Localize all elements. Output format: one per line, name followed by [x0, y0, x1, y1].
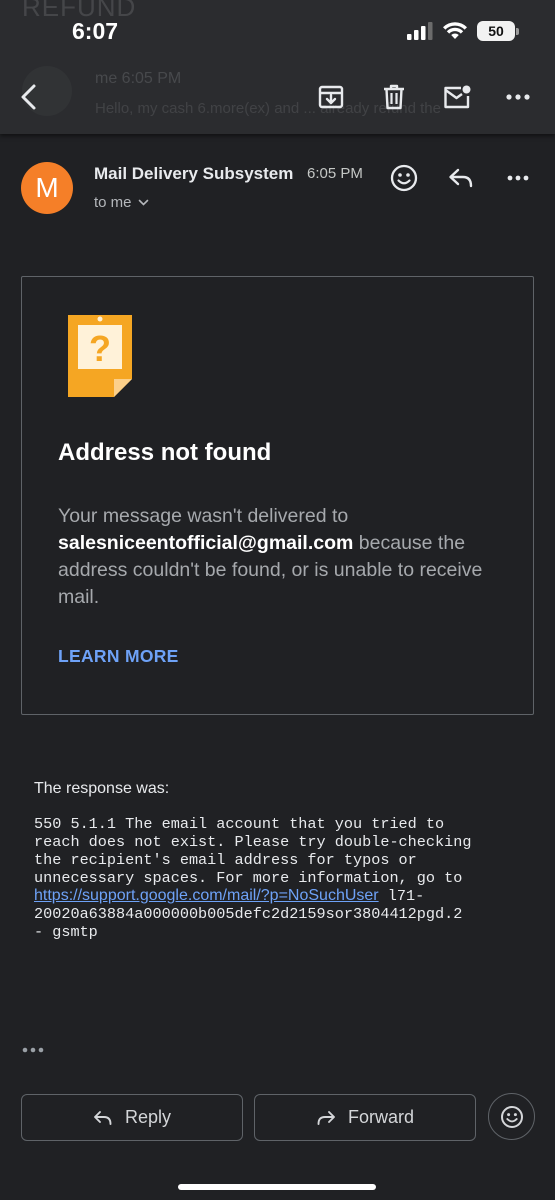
forward-icon [317, 1110, 335, 1125]
home-indicator[interactable] [178, 1184, 376, 1190]
archive-button[interactable] [314, 80, 348, 114]
svg-text:?: ? [89, 328, 111, 369]
delete-button[interactable] [377, 80, 411, 114]
response-label: The response was: [34, 780, 170, 797]
card-body: Your message wasn't delivered to salesni… [58, 503, 508, 611]
more-horizontal-icon [507, 175, 529, 181]
sender-avatar[interactable]: M [21, 162, 73, 214]
recipient-details-toggle[interactable]: to me [94, 194, 149, 211]
show-trimmed-content-button[interactable] [22, 1040, 44, 1058]
body-prefix: Your message wasn't delivered to [58, 505, 349, 527]
more-options-button[interactable] [501, 80, 535, 114]
react-emoji-button[interactable] [488, 1093, 535, 1140]
card-title: Address not found [58, 439, 272, 466]
trash-icon [384, 84, 404, 110]
cellular-signal-icon [407, 22, 433, 40]
archive-icon [318, 85, 344, 109]
reply-button[interactable] [443, 160, 479, 196]
add-reaction-button[interactable] [386, 160, 422, 196]
support-link[interactable]: https://support.google.com/mail/?p=NoSuc… [34, 887, 379, 904]
emoji-icon [500, 1105, 523, 1128]
response-code: 550 5.1.1 The email account that you tri… [34, 815, 534, 941]
learn-more-link[interactable]: LEARN MORE [58, 646, 179, 667]
sender-name: Mail Delivery Subsystem [94, 164, 294, 183]
mail-unread-icon [444, 85, 471, 109]
emoji-icon [390, 164, 418, 192]
battery-indicator: 50 [477, 21, 519, 41]
reply-label: Reply [124, 1107, 172, 1127]
message-more-button[interactable] [500, 160, 536, 196]
more-horizontal-icon [22, 1047, 44, 1053]
background-thread-sender: me 6:05 PM [95, 70, 182, 87]
chevron-down-icon [138, 199, 148, 206]
recipient-email: salesniceentofficial@gmail.com [58, 532, 354, 554]
response-text: 550 5.1.1 The email account that you tri… [34, 815, 472, 887]
avatar-letter: M [35, 172, 59, 203]
unknown-document-icon: ? [68, 315, 132, 397]
bounce-notice-card: ? Address not found Your message wasn't … [21, 276, 534, 715]
reply-icon [94, 1110, 112, 1125]
more-horizontal-icon [506, 94, 530, 100]
back-button[interactable] [12, 80, 46, 114]
top-app-bar: REFUND me 6:05 PM Hello, my cash 6.more(… [0, 0, 555, 134]
chevron-left-icon [21, 84, 36, 110]
reply-action-button[interactable]: Reply [21, 1094, 243, 1141]
forward-action-button[interactable]: Forward [254, 1094, 476, 1141]
wifi-icon [443, 22, 467, 39]
reply-icon [449, 168, 473, 188]
status-icons: 50 [407, 21, 519, 41]
battery-level: 50 [488, 23, 504, 39]
recipient-label: to me [94, 194, 132, 211]
forward-label: Forward [347, 1107, 414, 1127]
mark-unread-button[interactable] [440, 80, 474, 114]
status-time: 6:07 [72, 18, 119, 44]
message-time: 6:05 PM [307, 165, 363, 182]
